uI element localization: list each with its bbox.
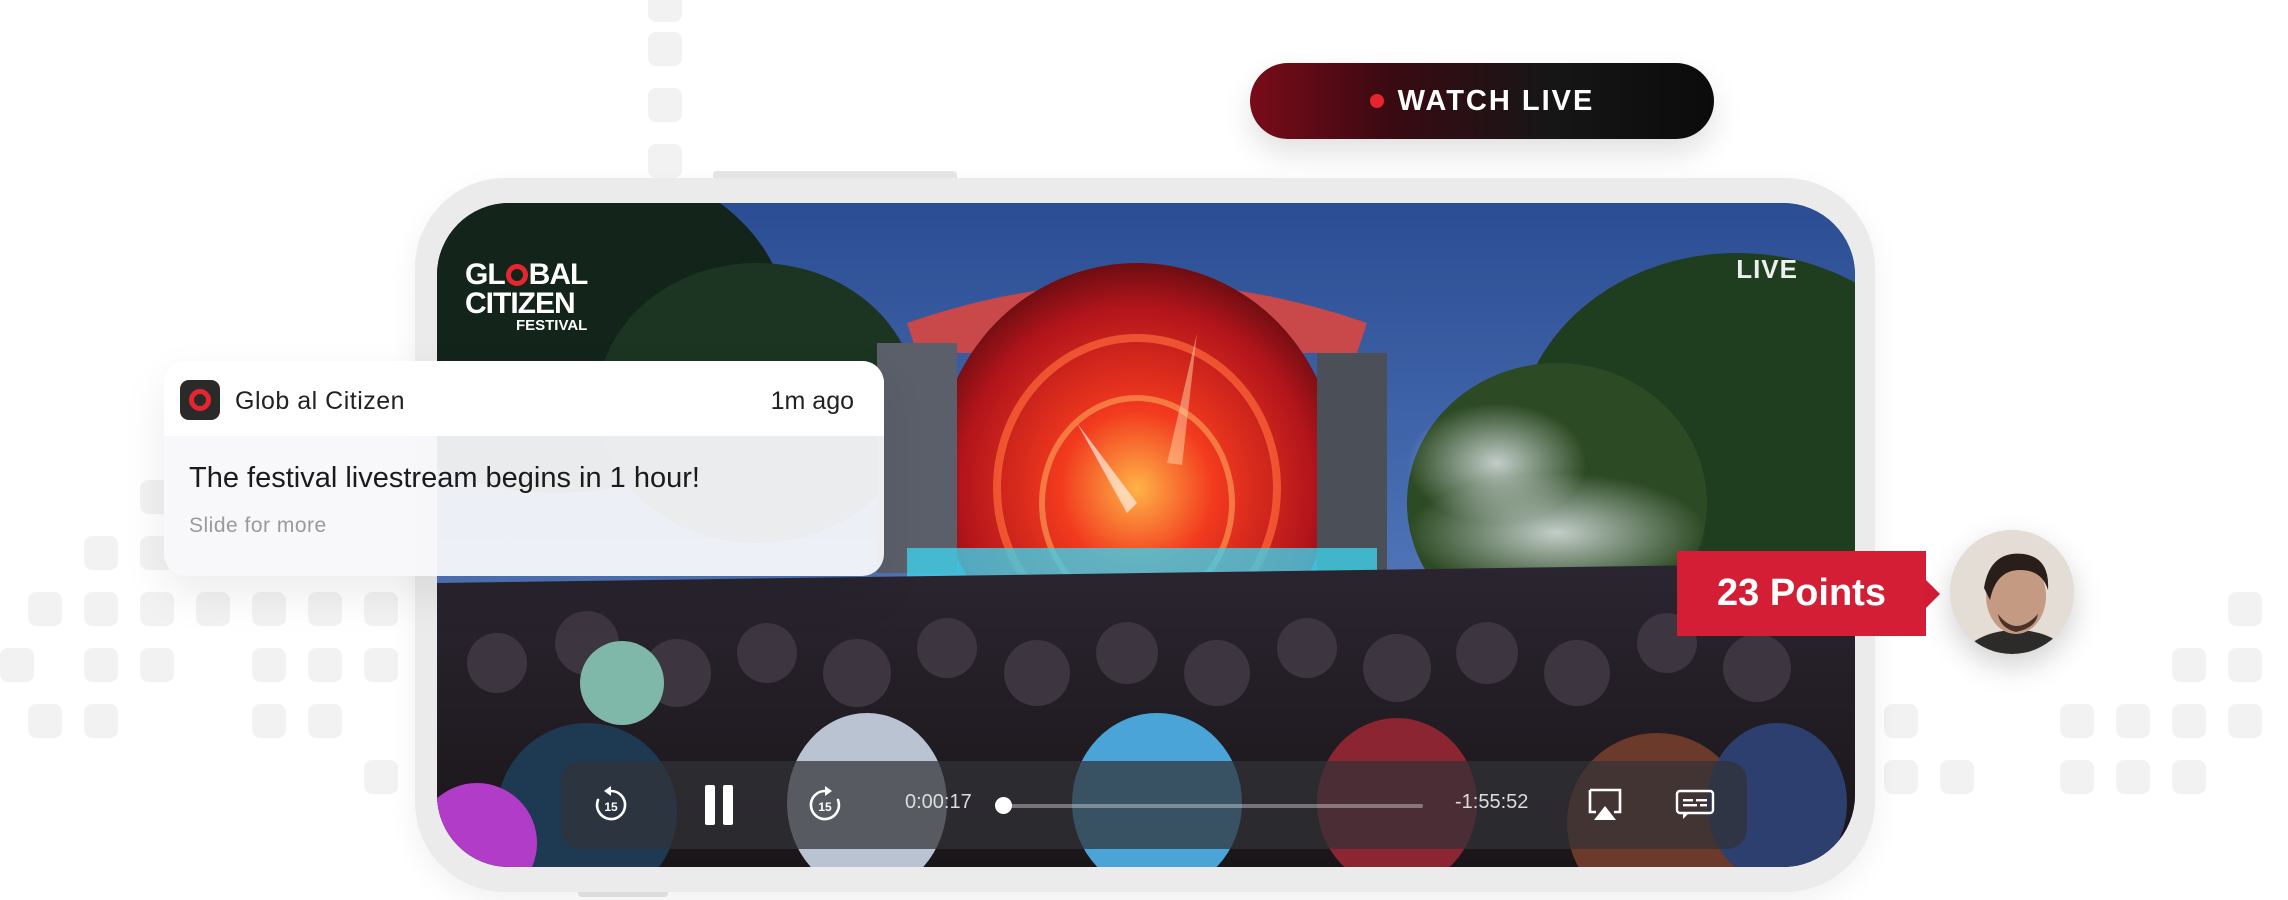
notification-message: The festival livestream begins in 1 hour… (189, 462, 700, 494)
points-badge: 23 Points (1677, 551, 1926, 636)
airplay-icon (1588, 788, 1622, 820)
notification-time: 1m ago (770, 387, 854, 415)
global-citizen-festival-logo: GL BAL CITIZEN FESTIVAL (465, 258, 588, 334)
airplay-button[interactable] (1577, 761, 1633, 849)
seek-bar[interactable] (1001, 804, 1423, 808)
skip-back-button[interactable]: 15 (583, 761, 639, 849)
seek-handle[interactable] (994, 797, 1012, 814)
watch-live-label: WATCH LIVE (1397, 84, 1595, 117)
elapsed-time: 0:00:17 (905, 791, 972, 813)
notification-hint: Slide for more (189, 514, 327, 537)
remaining-time: -1:55:52 (1455, 791, 1529, 813)
avatar[interactable] (1950, 530, 2074, 654)
skip-forward-button[interactable]: 15 (797, 761, 853, 849)
watch-live-button[interactable]: WATCH LIVE (1250, 63, 1714, 139)
global-citizen-app-icon (180, 380, 220, 420)
points-badge-pointer (1926, 580, 1940, 608)
pause-icon (705, 785, 733, 825)
notification-app-name: Glob al Citizen (235, 387, 406, 415)
captions-icon (1675, 789, 1715, 819)
forward-15-icon: 15 (809, 786, 841, 821)
pause-button[interactable] (691, 761, 747, 849)
notification-header: Glob al Citizen 1m ago (164, 361, 884, 436)
svg-text:15: 15 (604, 800, 618, 814)
user-photo (1950, 530, 2074, 654)
live-badge: LIVE (1736, 254, 1798, 284)
rewind-15-icon: 15 (595, 786, 627, 821)
svg-text:15: 15 (818, 800, 832, 814)
push-notification[interactable]: Glob al Citizen 1m ago The festival live… (164, 361, 884, 576)
captions-button[interactable] (1667, 761, 1723, 849)
live-dot-icon (1369, 94, 1384, 108)
logo-o-ring-icon (505, 264, 528, 286)
points-label: 23 Points (1717, 572, 1886, 614)
player-controls: 15 15 0:00:17 -1:55:52 (561, 761, 1747, 849)
